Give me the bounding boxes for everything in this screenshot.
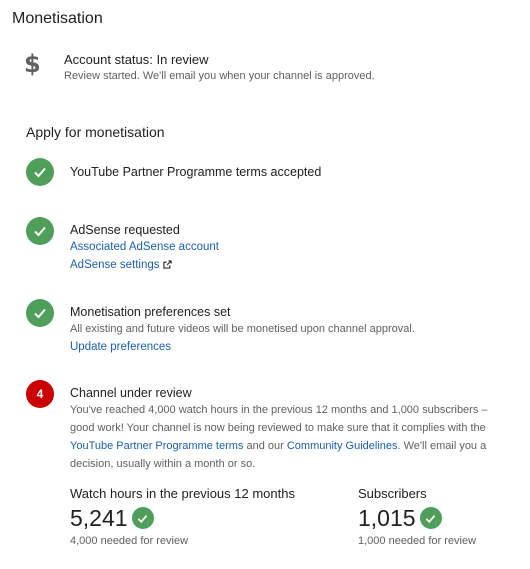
step-description: You've reached 4,000 watch hours in the … [70,401,502,473]
community-guidelines-link[interactable]: Community Guidelines [287,440,398,452]
check-icon [26,158,54,186]
desc-text: You've reached 4,000 watch hours in the … [70,404,488,434]
metric-note: 1,000 needed for review [358,535,477,547]
check-icon [419,507,442,529]
metric-note: 4,000 needed for review [70,535,189,547]
metric-value: 5,241 [70,505,128,531]
associated-adsense-account-link[interactable]: Associated AdSense account [70,238,502,256]
step-title: Monetisation preferences set [70,305,231,319]
step-description: All existing and future videos will be m… [70,323,415,335]
metric-value: 1,015 [358,505,416,531]
dollar-icon: $ [24,50,41,78]
adsense-settings-link[interactable]: AdSense settings [70,256,502,274]
page-title: Monetisation [12,10,103,27]
desc-text: and our [243,440,287,452]
check-icon [26,217,54,245]
account-status-title: Account status: In review [64,52,209,67]
check-icon [26,299,54,327]
step-title: AdSense requested [70,223,180,237]
metric-label: Subscribers [358,486,427,501]
account-status-description: Review started. We'll email you when you… [64,70,375,82]
check-icon [131,507,154,529]
subscribers-metric: Subscribers 1,015 1,000 needed for revie… [358,486,476,547]
external-link-icon [162,260,172,269]
apply-heading: Apply for monetisation [26,124,165,140]
partner-programme-terms-link[interactable]: YouTube Partner Programme terms [70,440,243,452]
step-title: Channel under review [70,386,192,400]
step-title: YouTube Partner Programme terms accepted [70,165,322,179]
update-preferences-link[interactable]: Update preferences [70,338,502,356]
adsense-settings-label: AdSense settings [70,259,160,271]
metric-label: Watch hours in the previous 12 months [70,486,295,501]
step-number-badge: 4 [26,380,54,408]
watch-hours-metric: Watch hours in the previous 12 months 5,… [70,486,295,547]
